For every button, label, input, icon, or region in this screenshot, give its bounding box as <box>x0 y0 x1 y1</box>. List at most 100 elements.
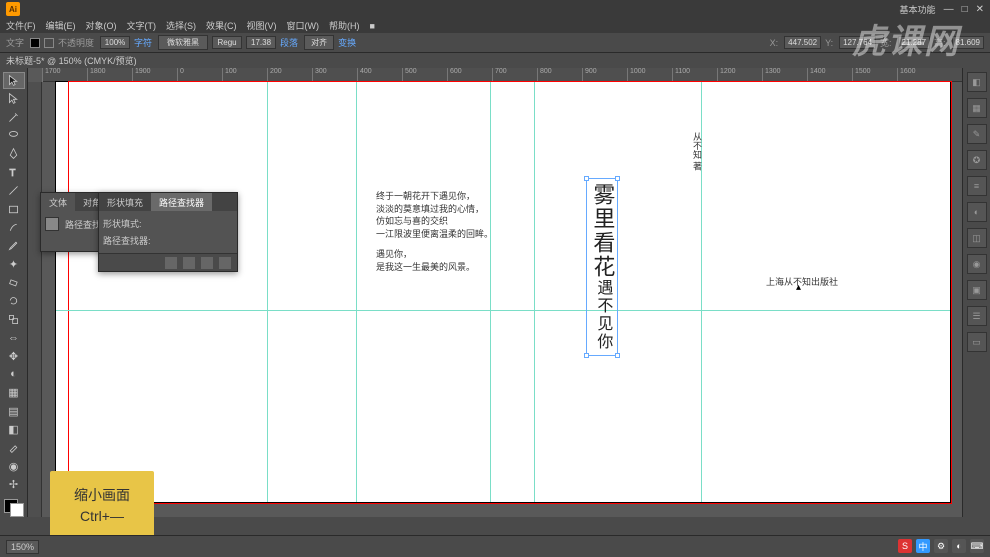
pen-tool[interactable] <box>3 146 25 162</box>
w-field[interactable]: 21.287 <box>898 36 930 49</box>
menu-view[interactable]: 视图(V) <box>247 19 277 32</box>
y-field[interactable]: 127.764 <box>839 36 876 49</box>
panel-layers-icon[interactable]: ☰ <box>967 306 987 326</box>
lasso-tool[interactable] <box>3 127 25 143</box>
menu-file[interactable]: 文件(F) <box>6 19 36 32</box>
opacity-field[interactable]: 100% <box>100 36 130 49</box>
menu-window[interactable]: 窗口(W) <box>287 19 320 32</box>
magic-wand-tool[interactable] <box>3 109 25 125</box>
panel-gradient-icon[interactable]: ◐ <box>967 202 987 222</box>
tray-icon-5[interactable]: ⌨ <box>970 539 984 553</box>
selection-tool[interactable] <box>3 72 25 89</box>
panel-appearance-icon[interactable]: ◉ <box>967 254 987 274</box>
stroke-swatch[interactable] <box>44 38 54 48</box>
right-panel-dock: ◧ ▦ ✎ ✪ ≡ ◐ ◫ ◉ ▣ ☰ ▭ <box>962 68 990 517</box>
guide-v2[interactable] <box>356 82 357 502</box>
scale-tool[interactable] <box>3 311 25 327</box>
x-field[interactable]: 447.502 <box>784 36 821 49</box>
paragraph-link[interactable]: 段落 <box>280 36 298 49</box>
panel2-tab1[interactable]: 形状填充 <box>99 193 151 211</box>
menu-select[interactable]: 选择(S) <box>166 19 196 32</box>
menu-type[interactable]: 文字(T) <box>127 19 157 32</box>
panel-swatches-icon[interactable]: ▦ <box>967 98 987 118</box>
char-link[interactable]: 字符 <box>134 36 152 49</box>
svg-text:T: T <box>9 168 15 179</box>
menu-object[interactable]: 对象(O) <box>86 19 117 32</box>
eraser-tool[interactable] <box>3 274 25 290</box>
tooltip-line1: 缩小画面 <box>74 485 130 506</box>
guide-v1[interactable] <box>267 82 268 502</box>
ruler-vertical[interactable] <box>28 82 42 517</box>
font-family-field[interactable]: 微软雅黑 <box>158 35 208 50</box>
align-btn[interactable]: 对齐 <box>304 35 334 50</box>
document-tab[interactable]: 未标题-5* @ 150% (CMYK/预览) <box>0 53 990 68</box>
canvas[interactable]: 终于一朝花开下遇见你， 淡淡的莫意填过我的心情， 仿如忘与喜的交织 一江限波里便… <box>42 82 962 517</box>
tray-icon-1[interactable]: S <box>898 539 912 553</box>
panel-symbols-icon[interactable]: ✪ <box>967 150 987 170</box>
panel-footer-btn3[interactable] <box>201 257 213 269</box>
control-bar: 文字 不透明度 100% 字符 微软雅黑 Regu 17.38 段落 对齐 变换… <box>0 33 990 53</box>
menu-edit[interactable]: 编辑(E) <box>46 19 76 32</box>
panel2-footer <box>99 253 237 271</box>
rotate-tool[interactable] <box>3 293 25 309</box>
tray-icon-4[interactable]: ◐ <box>952 539 966 553</box>
blob-brush-tool[interactable]: ✦ <box>3 256 25 272</box>
font-style-field[interactable]: Regu <box>212 36 242 49</box>
panel1-tab1[interactable]: 文体 <box>41 193 75 211</box>
window-minimize[interactable]: — <box>944 4 954 15</box>
blend-tool[interactable]: ◉ <box>3 458 25 474</box>
gradient-tool[interactable]: ◧ <box>3 421 25 437</box>
shape-builder-tool[interactable]: ◐ <box>3 366 25 382</box>
panel-footer-btn2[interactable] <box>183 257 195 269</box>
floating-panel-2[interactable]: 形状填充 路径查找器 形状填式: 路径查找器: <box>98 192 238 272</box>
tray-icon-3[interactable]: ⚙ <box>934 539 948 553</box>
panel-brushes-icon[interactable]: ✎ <box>967 124 987 144</box>
window-close[interactable]: ✕ <box>976 4 984 15</box>
panel2-tab2[interactable]: 路径查找器 <box>151 193 212 211</box>
line-tool[interactable] <box>3 182 25 198</box>
width-tool[interactable]: ⇔ <box>3 329 25 345</box>
symbol-sprayer-tool[interactable]: ✢ <box>3 476 25 492</box>
window-maximize[interactable]: □ <box>962 4 968 15</box>
author-text: 从不知 著 <box>691 132 704 171</box>
poem-p2: 遇见你， 是我这一生最美的风景。 <box>376 248 493 273</box>
free-transform-tool[interactable]: ✥ <box>3 348 25 364</box>
perspective-tool[interactable]: ▦ <box>3 385 25 401</box>
ruler-horizontal[interactable]: 1700180019000100200300400500600700800900… <box>42 68 962 82</box>
paintbrush-tool[interactable] <box>3 219 25 235</box>
panel-footer-btn4[interactable] <box>219 257 231 269</box>
h-field[interactable]: 81.609 <box>952 36 984 49</box>
guide-v3[interactable] <box>490 82 491 502</box>
panel-graphic-styles-icon[interactable]: ▣ <box>967 280 987 300</box>
rectangle-tool[interactable] <box>3 201 25 217</box>
mesh-tool[interactable]: ▤ <box>3 403 25 419</box>
panel-color-icon[interactable]: ◧ <box>967 72 987 92</box>
panel-artboards-icon[interactable]: ▭ <box>967 332 987 352</box>
zoom-field[interactable]: 150% <box>6 540 39 554</box>
poem-p1: 终于一朝花开下遇见你， 淡淡的莫意填过我的心情， 仿如忘与喜的交织 一江限波里便… <box>376 190 493 240</box>
poem-text: 终于一朝花开下遇见你， 淡淡的莫意填过我的心情， 仿如忘与喜的交织 一江限波里便… <box>376 190 493 282</box>
eyedropper-tool[interactable] <box>3 440 25 456</box>
guide-v4[interactable] <box>534 82 535 502</box>
app-icon: Ai <box>6 2 20 16</box>
vertical-title-selected[interactable]: 雾里看花遇不见你 <box>586 178 618 356</box>
panel-transparency-icon[interactable]: ◫ <box>967 228 987 248</box>
menu-help[interactable]: 帮助(H) <box>329 19 360 32</box>
tray-icon-2[interactable]: 中 <box>916 539 930 553</box>
direct-selection-tool[interactable] <box>3 91 25 107</box>
menu-effect[interactable]: 效果(C) <box>206 19 237 32</box>
cursor-icon: ▴ <box>796 282 801 293</box>
publisher-text: 上海从不知出版社 <box>766 275 838 288</box>
workspace-label[interactable]: 基本功能 <box>900 3 936 16</box>
font-size-field[interactable]: 17.38 <box>246 36 276 49</box>
transform-link[interactable]: 变换 <box>338 36 356 49</box>
tutorial-tooltip: 缩小画面 Ctrl+— <box>50 471 154 541</box>
fill-swatch[interactable] <box>30 38 40 48</box>
panel-stroke-icon[interactable]: ≡ <box>967 176 987 196</box>
menu-extra[interactable]: ■ <box>370 21 375 31</box>
type-tool[interactable]: T <box>3 164 25 180</box>
pencil-tool[interactable] <box>3 238 25 254</box>
fill-stroke-swatch[interactable] <box>4 499 24 517</box>
panel-footer-btn1[interactable] <box>165 257 177 269</box>
guide-h1[interactable] <box>56 310 950 311</box>
